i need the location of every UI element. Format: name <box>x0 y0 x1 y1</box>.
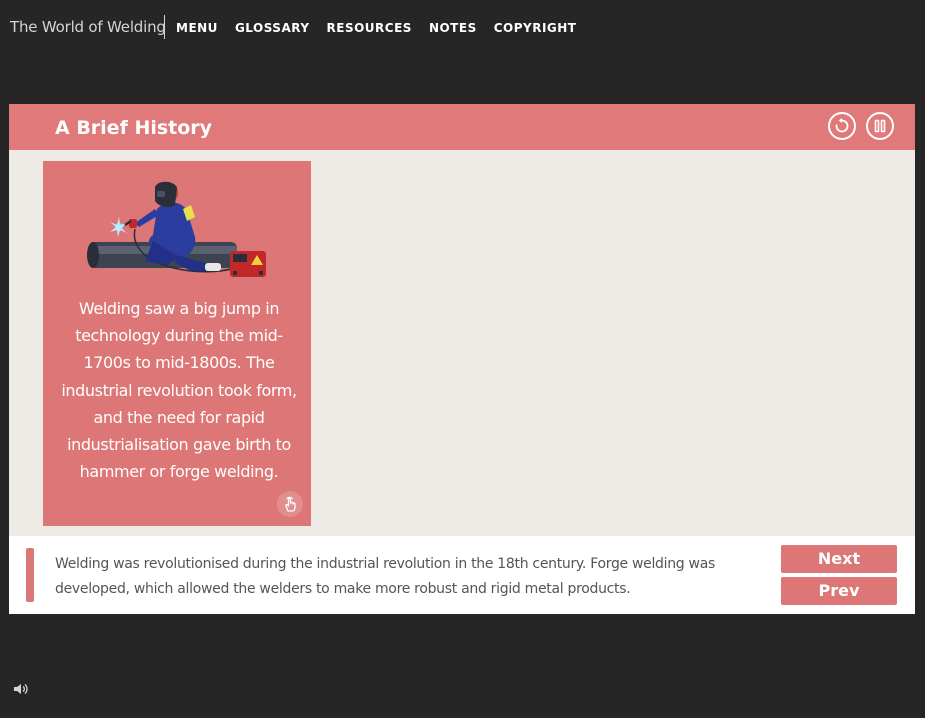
replay-icon <box>835 118 849 133</box>
pause-button[interactable] <box>866 112 894 140</box>
card-text: Welding saw a big jump in technology dur… <box>61 299 297 482</box>
title-divider <box>164 15 165 39</box>
next-button[interactable]: Next <box>781 545 897 573</box>
tap-hand-icon <box>285 496 296 512</box>
prev-button[interactable]: Prev <box>781 577 897 605</box>
narration-text: Welding was revolutionised during the in… <box>55 556 715 597</box>
info-card[interactable]: Welding saw a big jump in technology dur… <box>43 161 311 526</box>
app-title: The World of Welding <box>10 18 166 36</box>
pause-icon <box>874 119 886 133</box>
nav-notes-link[interactable]: NOTES <box>429 21 477 35</box>
nav-copyright-link[interactable]: COPYRIGHT <box>494 21 577 35</box>
speaker-icon[interactable] <box>13 682 31 696</box>
narration-panel: Welding was revolutionised during the in… <box>9 536 915 614</box>
slide-panel: A Brief History Welding saw a big jump i… <box>9 104 915 614</box>
menu-links: MENU GLOSSARY RESOURCES NOTES COPYRIGHT <box>176 21 577 35</box>
welder-illustration <box>87 181 266 277</box>
top-navigation: The World of Welding MENU GLOSSARY RESOU… <box>0 0 925 58</box>
slide-title: A Brief History <box>55 117 213 139</box>
nav-glossary-link[interactable]: GLOSSARY <box>235 21 310 35</box>
replay-button[interactable] <box>828 112 856 140</box>
nav-resources-link[interactable]: RESOURCES <box>327 21 412 35</box>
slide-header: A Brief History <box>9 104 915 150</box>
narration-accent-bar <box>26 548 34 602</box>
tap-hint-button[interactable] <box>277 491 303 517</box>
nav-menu-link[interactable]: MENU <box>176 21 218 35</box>
